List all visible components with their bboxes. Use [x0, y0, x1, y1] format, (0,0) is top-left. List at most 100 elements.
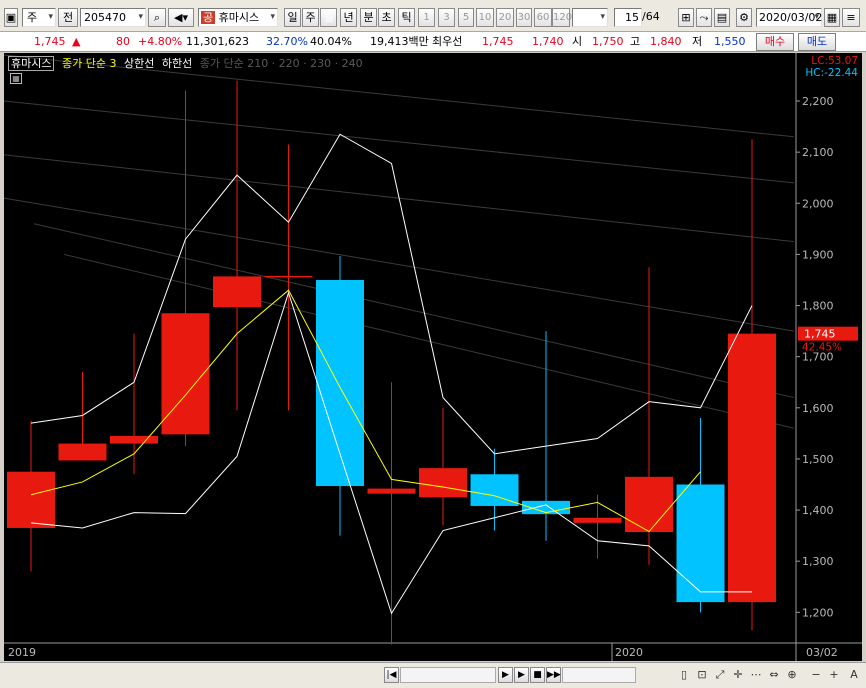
window-icon[interactable]: ▣ [4, 8, 18, 27]
speaker-icon[interactable]: ◀▾ [168, 8, 194, 27]
candle-body-8 [419, 468, 467, 498]
turnover-percent: 32.70% [266, 35, 308, 48]
interval-button-120[interactable]: 120 [552, 8, 572, 27]
scroll-right-icon[interactable]: ▶ [498, 667, 513, 683]
buy-button[interactable]: 매수 [756, 33, 794, 51]
chart-type-icon[interactable]: ⤳ [696, 8, 712, 27]
play-icon[interactable]: ▶ [514, 667, 529, 683]
interval-button-3[interactable]: 3 [438, 8, 455, 27]
save-icon[interactable]: ▤ [714, 8, 730, 27]
candle-icon[interactable]: ⊞ [678, 8, 694, 27]
toolbar: ▣ 주 전 205470 ⌕ ◀▾ 공 휴마시스 일주월년분초틱 1351020… [0, 0, 866, 32]
x-label-1: 2020 [615, 646, 643, 659]
font-size-icon[interactable]: A [846, 667, 862, 683]
low-label: 저 [692, 35, 703, 48]
best-bid: 1,740 [532, 35, 564, 48]
change-percent: +4.80% [138, 35, 183, 48]
up-arrow-icon: ▲ [72, 35, 81, 48]
y-tick-label-4: 1,800 [802, 300, 834, 313]
quote-bar: 1,745 ▲ 80 +4.80% 11,301,623 32.70% 40.0… [0, 32, 866, 52]
long-ma-line-1 [3, 100, 795, 184]
legend-ma[interactable]: 종가 단순 3 [62, 57, 116, 70]
price-chart[interactable]: 2,200 2,100 2,000 1,900 1,800 1,700 1,600 1,500… [3, 53, 862, 661]
chart-window: ▣ 주 전 205470 ⌕ ◀▾ 공 휴마시스 일주월년분초틱 1351020… [0, 0, 866, 688]
menu-icon[interactable]: ≡ [842, 8, 860, 27]
fast-forward-icon[interactable]: ▶▶ [546, 667, 561, 683]
stock-name: 휴마시스 [218, 11, 260, 24]
candle-body-3 [161, 313, 210, 435]
date-input[interactable]: 2020/03/02 [756, 8, 822, 27]
volume: 11,301,623 [186, 35, 249, 48]
gear-icon[interactable]: ⚙ [736, 8, 752, 27]
y-tick-label-7: 1,500 [802, 453, 834, 466]
interval-button-60[interactable]: 60 [534, 8, 552, 27]
best-quote-label: 최우선 [432, 35, 463, 48]
y-tick-label-0: 2,200 [802, 95, 834, 108]
cross-tool-icon[interactable]: ✛ [730, 667, 746, 683]
legend-upper[interactable]: 상한선 [124, 57, 154, 70]
chart-canvas[interactable]: 2,2002,1002,0001,9001,8001,7001,6001,500… [3, 53, 862, 661]
best-ask: 1,745 [482, 35, 514, 48]
long-ma-line-4 [33, 223, 795, 399]
line-tool-icon[interactable]: ⊡ [694, 667, 710, 683]
candle-body-12 [625, 476, 673, 533]
y-tick-label-9: 1,300 [802, 555, 834, 568]
prev-button[interactable]: 전 [58, 8, 78, 27]
sell-button[interactable]: 매도 [798, 33, 836, 51]
stock-name-select[interactable]: 공 휴마시스 [198, 8, 278, 27]
zoom-out-icon[interactable]: − [808, 667, 824, 683]
trend-tool-icon[interactable]: ⤢ [712, 667, 728, 683]
legend-stock-name[interactable]: 휴마시스 [8, 56, 55, 71]
period-button-4[interactable]: 분 [360, 8, 377, 27]
count-input[interactable]: 15 [614, 8, 642, 27]
period-button-6[interactable]: 틱 [398, 8, 415, 27]
interval-button-5[interactable]: 5 [458, 8, 474, 27]
interval-button-30[interactable]: 30 [516, 8, 532, 27]
y-tick-label-1: 2,100 [802, 146, 834, 159]
period-button-2[interactable]: 월 [320, 8, 337, 27]
chart-legend: 휴마시스 종가 단순 3 상한선 하한선 종가 단순 210 · 220 · 2… [8, 55, 367, 71]
price-tag-label: 1,745 [804, 328, 836, 341]
open-label: 시 [572, 35, 583, 48]
search-icon[interactable]: ⌕ [148, 8, 166, 27]
period-button-5[interactable]: 초 [378, 8, 395, 27]
legend-lower[interactable]: 하한선 [162, 57, 192, 70]
zoom-plus-icon[interactable]: + [826, 667, 842, 683]
code-input[interactable]: 205470 [80, 8, 146, 27]
change-value: 80 [116, 35, 130, 48]
date-value: 2020/03/02 [759, 11, 823, 24]
interval-button-1[interactable]: 1 [418, 8, 435, 27]
candle-body-0 [7, 471, 55, 528]
current-price: 1,745 [34, 35, 66, 48]
period-button-3[interactable]: 년 [340, 8, 357, 27]
candle-body-13 [676, 484, 725, 603]
candle-body-2 [110, 435, 158, 444]
trade-amount: 19,413백만 [370, 35, 429, 48]
chart-scrollbar[interactable] [400, 667, 496, 683]
interval-custom-select[interactable] [572, 8, 608, 27]
zoom-fit-icon[interactable]: ⇔ [766, 667, 782, 683]
calendar-icon[interactable]: ▦ [824, 8, 840, 27]
pattern-tool-icon[interactable]: ⋯ [748, 667, 764, 683]
stop-icon[interactable]: ■ [530, 667, 545, 683]
interval-button-20[interactable]: 20 [496, 8, 514, 27]
y-tick-label-10: 1,200 [802, 606, 834, 619]
interval-button-10[interactable]: 10 [476, 8, 494, 27]
speed-slider[interactable] [562, 667, 636, 683]
period-select[interactable]: 주 [22, 8, 56, 27]
scroll-start-icon[interactable]: |◀ [384, 667, 399, 683]
period-button-1[interactable]: 주 [302, 8, 319, 27]
zoom-in-icon[interactable]: ⊕ [784, 667, 800, 683]
x-label-0: 2019 [8, 646, 36, 659]
long-ma-line-3 [3, 197, 795, 332]
y-tick-label-2: 2,000 [802, 197, 834, 210]
ratio-percent: 40.04% [310, 35, 352, 48]
candle-body-14 [728, 333, 776, 603]
candle-body-1 [58, 443, 107, 461]
code-value: 205470 [84, 11, 126, 24]
count-total: /64 [642, 10, 660, 23]
grid-toggle-icon[interactable]: ▦ [10, 73, 22, 84]
candle-tool-icon[interactable]: ▯ [676, 667, 692, 683]
legend-long-ma[interactable]: 종가 단순 210 · 220 · 230 · 240 [200, 57, 363, 70]
period-button-0[interactable]: 일 [284, 8, 301, 27]
